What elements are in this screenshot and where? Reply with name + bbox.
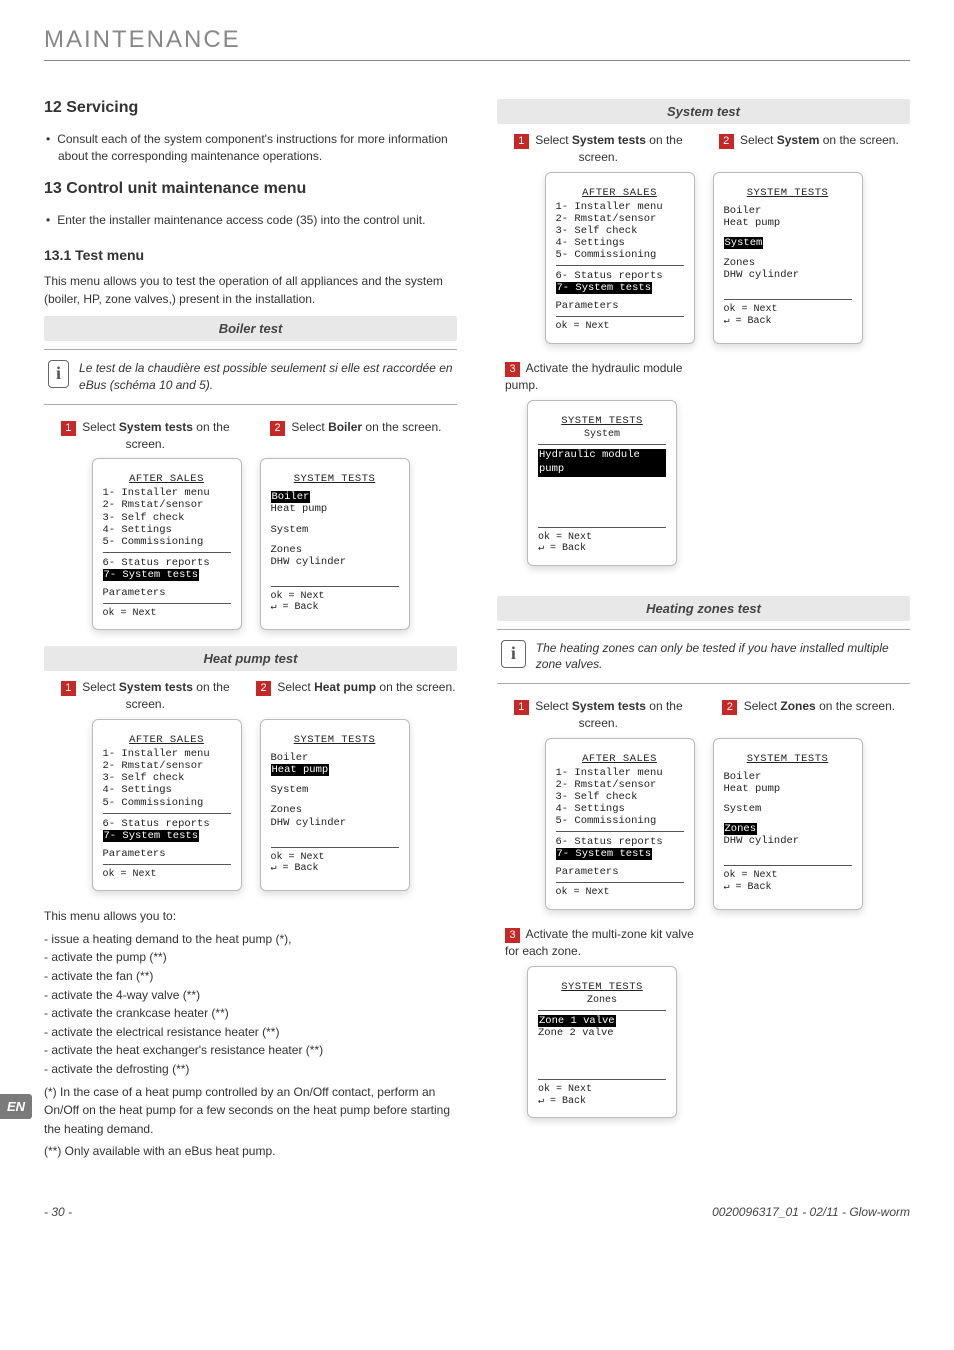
- h-control-unit: 13 Control unit maintenance menu: [44, 180, 457, 198]
- control-unit-bullet: Enter the installer maintenance access c…: [58, 212, 457, 229]
- system-test-header: System test: [497, 99, 910, 124]
- heatpump-test-header: Heat pump test: [44, 646, 457, 671]
- sys-step3: Activate the hydraulic module pump.: [505, 361, 682, 392]
- hp-list: - issue a heating demand to the heat pum…: [44, 930, 457, 1079]
- sys-step1: Select System tests on the screen.: [535, 133, 682, 164]
- lcd-system-tests-zones: SYSTEM TESTS Boiler Heat pump System Zon…: [713, 738, 863, 910]
- sys-step2: Select System on the screen.: [740, 133, 899, 147]
- lcd-hydraulic: SYSTEM TESTS System Hydraulic module pum…: [527, 400, 677, 566]
- test-menu-intro: This menu allows you to test the operati…: [44, 273, 457, 308]
- lcd-after-sales-3: AFTER SALES 1- Installer menu2- Rmstat/s…: [545, 172, 695, 344]
- step-badge-1d: 1: [514, 700, 529, 715]
- zones-info-text: The heating zones can only be tested if …: [536, 640, 906, 674]
- step-badge-1b: 1: [61, 681, 76, 696]
- lcd-system-tests-hp: SYSTEM TESTS Boiler Heat pump System Zon…: [260, 719, 410, 891]
- step-badge-2d: 2: [722, 700, 737, 715]
- page-title: MAINTENANCE: [44, 26, 910, 54]
- hp-step2: Select Heat pump on the screen.: [277, 680, 455, 694]
- lcd-zones-valves: SYSTEM TESTS Zones Zone 1 valve Zone 2 v…: [527, 966, 677, 1119]
- hp-intro: This menu allows you to:: [44, 907, 457, 926]
- doc-id: 0020096317_01 - 02/11 - Glow-worm: [712, 1205, 910, 1219]
- lcd-after-sales: AFTER SALES 1- Installer menu2- Rmstat/s…: [92, 458, 242, 630]
- lcd-after-sales-4: AFTER SALES 1- Installer menu2- Rmstat/s…: [545, 738, 695, 910]
- step-badge-1: 1: [61, 421, 76, 436]
- step-badge-3d: 3: [505, 928, 520, 943]
- boiler-test-header: Boiler test: [44, 316, 457, 341]
- boiler-step1: Select System tests on the screen.: [82, 420, 229, 451]
- h-test-menu: 13.1 Test menu: [44, 247, 457, 263]
- lcd-system-tests-boiler: SYSTEM TESTS Boiler Heat pump System Zon…: [260, 458, 410, 630]
- boiler-step2: Select Boiler on the screen.: [291, 420, 441, 434]
- info-icon-2: i: [501, 640, 526, 668]
- step-badge-1c: 1: [514, 134, 529, 149]
- lcd-after-sales-2: AFTER SALES 1- Installer menu2- Rmstat/s…: [92, 719, 242, 891]
- step-badge-2b: 2: [256, 681, 271, 696]
- lcd-system-tests-sys: SYSTEM TESTS Boiler Heat pump System Zon…: [713, 172, 863, 344]
- page-number: - 30 -: [44, 1205, 72, 1219]
- boiler-info-box: i Le test de la chaudière est possible s…: [44, 349, 457, 405]
- language-tab: EN: [0, 1094, 32, 1119]
- zones-test-header: Heating zones test: [497, 596, 910, 621]
- servicing-bullet: Consult each of the system component's i…: [58, 131, 457, 166]
- hp-note1: (*) In the case of a heat pump controlle…: [44, 1083, 457, 1139]
- hp-note2: (**) Only available with an eBus heat pu…: [44, 1142, 457, 1161]
- step-badge-2c: 2: [719, 134, 734, 149]
- hp-step1: Select System tests on the screen.: [82, 680, 229, 711]
- step-badge-2: 2: [270, 421, 285, 436]
- boiler-info-text: Le test de la chaudière est possible seu…: [79, 360, 453, 394]
- step-badge-3c: 3: [505, 362, 520, 377]
- h-servicing: 12 Servicing: [44, 99, 457, 117]
- z-step1: Select System tests on the screen.: [535, 699, 682, 730]
- z-step3: Activate the multi-zone kit valve for ea…: [505, 927, 694, 958]
- zones-info-box: i The heating zones can only be tested i…: [497, 629, 910, 685]
- z-step2: Select Zones on the screen.: [744, 699, 895, 713]
- info-icon: i: [48, 360, 69, 388]
